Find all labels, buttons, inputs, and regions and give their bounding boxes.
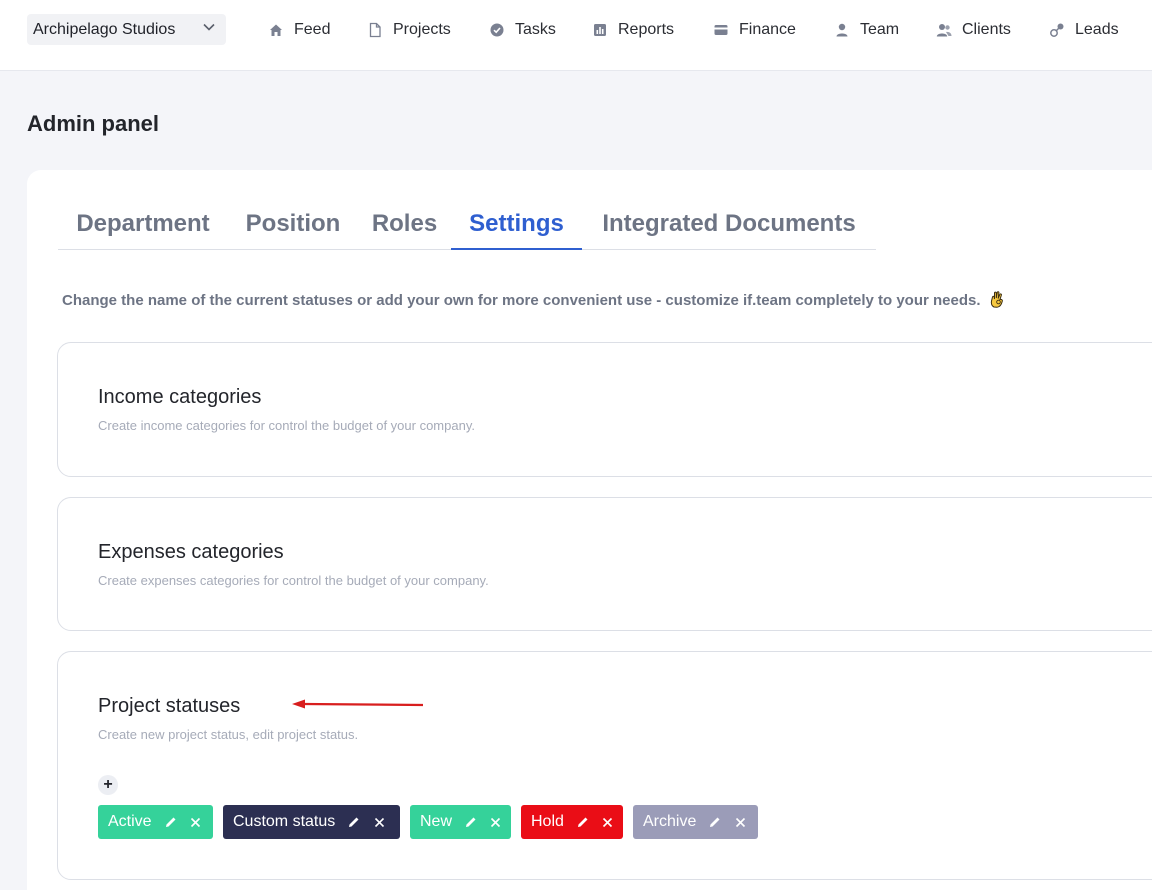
- status-chip: Archive: [633, 805, 758, 839]
- income-categories-section[interactable]: Income categories Create income categori…: [57, 342, 1152, 477]
- section-description: Create expenses categories for control t…: [98, 573, 489, 588]
- nav-item-leads[interactable]: Leads: [1049, 18, 1119, 42]
- nav-item-label: Projects: [393, 21, 451, 38]
- close-icon[interactable]: [734, 816, 746, 828]
- nav-item-label: Leads: [1075, 21, 1119, 38]
- pencil-icon[interactable]: [347, 815, 361, 829]
- workspace-name: Archipelago Studios: [33, 20, 176, 38]
- close-icon[interactable]: [490, 816, 501, 828]
- user-icon: [834, 22, 850, 38]
- expenses-categories-section[interactable]: Expenses categories Create expenses cate…: [57, 497, 1152, 631]
- pencil-icon[interactable]: [464, 815, 478, 829]
- status-label: New: [420, 813, 453, 830]
- chevron-down-icon: [202, 20, 216, 39]
- home-icon: [268, 22, 284, 38]
- nav-item-feed[interactable]: Feed: [268, 18, 330, 42]
- nav-item-label: Reports: [618, 21, 675, 38]
- nav-item-finance[interactable]: Finance: [713, 18, 796, 42]
- card-icon: [713, 22, 729, 38]
- check-circle-icon: [489, 22, 505, 38]
- users-icon: [936, 22, 952, 38]
- status-chip: Custom status: [223, 805, 400, 839]
- status-chip: Active: [98, 805, 213, 839]
- admin-tabs: Department Position Roles Settings Integ…: [58, 205, 876, 250]
- status-label: Active: [108, 813, 152, 830]
- nav-item-tasks[interactable]: Tasks: [489, 18, 556, 42]
- status-label: Custom status: [233, 813, 336, 830]
- nav-item-label: Finance: [739, 21, 796, 38]
- top-navigation-bar: Archipelago Studios Feed Projects Tasks: [0, 0, 1152, 71]
- workspace-selector[interactable]: Archipelago Studios: [27, 14, 226, 45]
- section-description: Create income categories for control the…: [98, 418, 475, 433]
- section-title: Expenses categories: [98, 541, 284, 563]
- add-status-button[interactable]: +: [98, 775, 118, 795]
- close-icon[interactable]: [602, 816, 613, 828]
- close-icon[interactable]: [190, 816, 202, 828]
- tab-roles[interactable]: Roles: [358, 205, 451, 250]
- settings-hint: Change the name of the current statuses …: [62, 290, 1005, 309]
- nav-item-label: Feed: [294, 21, 331, 38]
- project-statuses-section: Project statuses Create new project stat…: [57, 651, 1152, 880]
- pencil-icon[interactable]: [708, 815, 722, 829]
- annotation-arrow-icon: [292, 699, 424, 709]
- status-chip: New: [410, 805, 511, 839]
- nav-item-label: Team: [860, 21, 900, 38]
- nav-item-clients[interactable]: Clients: [936, 18, 1011, 42]
- page-title: Admin panel: [27, 111, 160, 136]
- tab-position[interactable]: Position: [228, 205, 358, 250]
- ok-hand-icon: [989, 290, 1005, 308]
- leads-icon: [1049, 22, 1065, 38]
- document-icon: [367, 22, 383, 38]
- close-icon[interactable]: [373, 816, 385, 828]
- section-title: Project statuses: [98, 695, 241, 717]
- pencil-icon[interactable]: [164, 815, 178, 829]
- tab-department[interactable]: Department: [58, 205, 228, 250]
- tab-integrated-documents[interactable]: Integrated Documents: [582, 205, 876, 250]
- nav-item-label: Tasks: [515, 21, 556, 38]
- bar-chart-icon: [592, 22, 608, 38]
- status-chip: Hold: [521, 805, 623, 839]
- status-label: Archive: [643, 813, 697, 830]
- nav-item-label: Clients: [962, 21, 1011, 38]
- section-title: Income categories: [98, 386, 262, 408]
- hint-text: Change the name of the current statuses …: [62, 292, 981, 309]
- pencil-icon[interactable]: [576, 815, 590, 829]
- nav-item-reports[interactable]: Reports: [592, 18, 674, 42]
- section-description: Create new project status, edit project …: [98, 727, 359, 742]
- status-label: Hold: [531, 813, 564, 830]
- tab-settings[interactable]: Settings: [451, 205, 582, 250]
- nav-item-projects[interactable]: Projects: [367, 18, 451, 42]
- nav-item-team[interactable]: Team: [834, 18, 899, 42]
